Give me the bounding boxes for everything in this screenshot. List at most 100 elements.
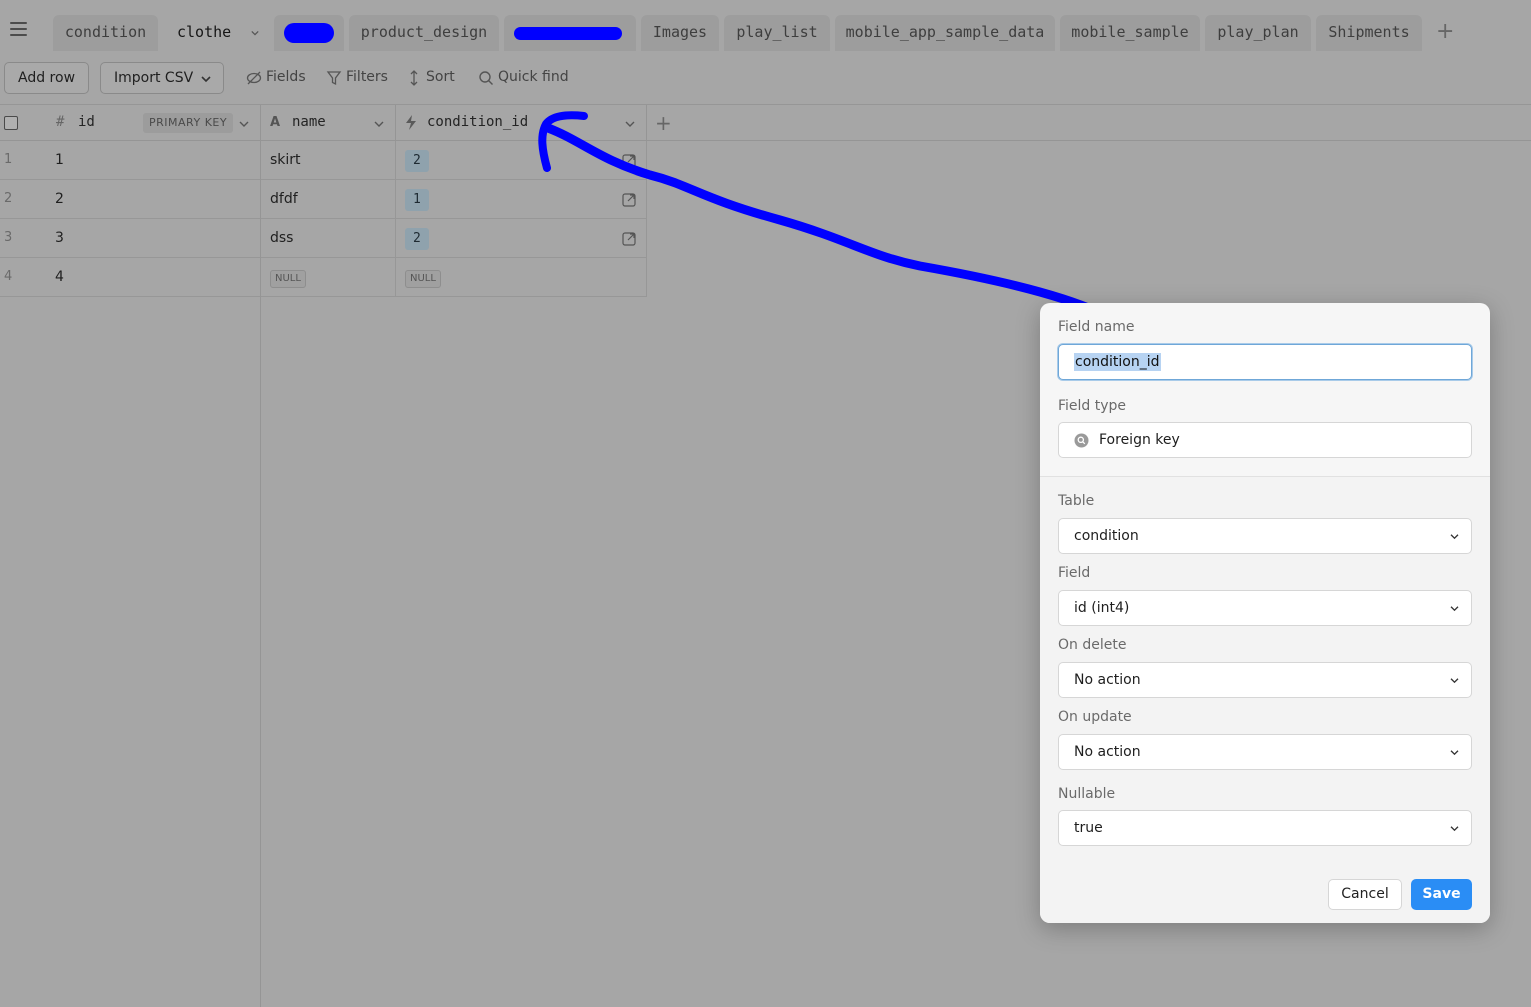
lightning-icon	[406, 115, 416, 130]
field-name-label: Field name	[1058, 319, 1135, 335]
redaction-scribble	[284, 23, 334, 43]
cell-id[interactable]: 2	[55, 180, 64, 219]
tab-play-plan[interactable]: play_plan	[1205, 15, 1311, 51]
column-label: name	[292, 114, 326, 130]
cell-name[interactable]: dss	[270, 219, 293, 258]
tab-label: play_list	[736, 23, 818, 41]
open-link-icon[interactable]	[622, 232, 636, 246]
add-column-button[interactable]: +	[655, 111, 672, 135]
open-link-icon[interactable]	[622, 193, 636, 207]
table-row[interactable]: 3 3 dss 2	[0, 219, 647, 258]
toolbar: Add row Import CSV Fields Filters Sort Q…	[0, 53, 1531, 105]
column-header-name[interactable]: A name	[261, 105, 396, 141]
column-divider	[395, 141, 396, 297]
chevron-down-icon[interactable]	[251, 29, 259, 37]
on-update-label: On update	[1058, 709, 1132, 725]
column-label: condition_id	[427, 114, 529, 130]
eye-off-icon	[246, 71, 262, 85]
row-number: 2	[4, 191, 13, 206]
field-type-label: Field type	[1058, 398, 1127, 414]
on-delete-select[interactable]: No action	[1058, 662, 1472, 698]
null-badge: NULL	[405, 270, 441, 288]
redaction-scribble	[514, 27, 622, 40]
cell-name[interactable]: skirt	[270, 141, 301, 180]
import-csv-button[interactable]: Import CSV	[100, 62, 225, 94]
select-all-checkbox[interactable]	[4, 116, 18, 130]
sort-icon	[410, 70, 418, 86]
cell-id[interactable]: 3	[55, 219, 64, 258]
chevron-down-icon[interactable]	[374, 120, 384, 128]
cell-id[interactable]: 1	[55, 141, 64, 180]
sort-button[interactable]: Sort	[406, 69, 455, 86]
save-button[interactable]: Save	[1411, 879, 1472, 910]
tab-bar: condition clothe product_design Images p…	[0, 0, 1531, 53]
cell-name[interactable]: dfdf	[270, 180, 298, 219]
tab-images[interactable]: Images	[641, 15, 719, 51]
chevron-down-icon[interactable]	[625, 120, 635, 128]
table-row[interactable]: 1 1 skirt 2	[0, 141, 647, 180]
filter-icon	[326, 71, 342, 86]
chevron-down-icon	[201, 76, 211, 83]
chevron-down-icon	[1450, 826, 1459, 832]
field-type-select[interactable]: Foreign key	[1058, 422, 1472, 458]
search-icon	[1074, 433, 1089, 448]
tab-play-list[interactable]: play_list	[724, 15, 830, 51]
nullable-select[interactable]: true	[1058, 810, 1472, 846]
tab-label: Shipments	[1328, 23, 1410, 41]
tab-label: mobile_app_sample_data	[845, 23, 1045, 41]
cancel-button[interactable]: Cancel	[1328, 879, 1402, 910]
cell-condition-id[interactable]: 2	[405, 141, 429, 180]
tab-product-design[interactable]: product_design	[349, 15, 499, 51]
tab-redacted-1[interactable]	[274, 15, 344, 51]
frozen-column-divider	[260, 141, 261, 1007]
on-update-select[interactable]: No action	[1058, 734, 1472, 770]
field-select[interactable]: id (int4)	[1058, 590, 1472, 626]
field-label: Field	[1058, 565, 1091, 581]
tab-condition[interactable]: condition	[53, 15, 158, 51]
edit-field-dialog: Field name condition_id Field type Forei…	[1040, 303, 1490, 923]
tab-shipments[interactable]: Shipments	[1316, 15, 1422, 51]
open-link-icon[interactable]	[622, 154, 636, 168]
fields-button[interactable]: Fields	[246, 69, 306, 85]
cell-condition-id[interactable]: 2	[405, 219, 429, 258]
row-number: 3	[4, 230, 13, 245]
column-divider	[646, 141, 647, 297]
add-row-button[interactable]: Add row	[4, 62, 90, 94]
on-delete-label: On delete	[1058, 637, 1127, 653]
column-header-id[interactable]: # id PRIMARY KEY	[0, 105, 261, 141]
column-label: id	[78, 114, 95, 130]
fk-badge: 1	[405, 189, 429, 211]
cell-condition-id[interactable]: 1	[405, 180, 429, 219]
filters-button[interactable]: Filters	[326, 69, 388, 86]
field-name-input[interactable]: condition_id	[1058, 344, 1472, 380]
cell-condition-id[interactable]: NULL	[405, 258, 441, 297]
cell-name[interactable]: NULL	[270, 258, 306, 297]
chevron-down-icon	[1450, 606, 1459, 612]
fk-badge: 2	[405, 228, 429, 250]
header-rule	[647, 140, 1531, 141]
tab-redacted-2[interactable]	[504, 15, 636, 51]
tab-mobile-app-sample-data[interactable]: mobile_app_sample_data	[835, 15, 1055, 51]
chevron-down-icon	[1450, 750, 1459, 756]
table-label: Table	[1058, 493, 1095, 509]
tab-label: condition	[64, 23, 147, 41]
chevron-down-icon[interactable]	[239, 120, 249, 128]
quick-find-button[interactable]: Quick find	[478, 69, 569, 85]
nullable-label: Nullable	[1058, 786, 1116, 802]
tab-clothe[interactable]: clothe	[163, 15, 269, 51]
menu-icon[interactable]	[10, 22, 28, 38]
row-number: 4	[4, 269, 13, 284]
column-header-condition-id[interactable]: condition_id	[396, 105, 647, 141]
text-type-icon: A	[270, 115, 281, 130]
chevron-down-icon	[1450, 678, 1459, 684]
add-tab-button[interactable]: +	[1436, 21, 1454, 43]
tab-mobile-sample[interactable]: mobile_sample	[1060, 15, 1200, 51]
table-select[interactable]: condition	[1058, 518, 1472, 554]
fk-badge: 2	[405, 150, 429, 172]
field-name-value: condition_id	[1074, 353, 1161, 371]
table-row[interactable]: 4 4 NULL NULL	[0, 258, 647, 297]
chevron-down-icon	[1450, 534, 1459, 540]
cell-id[interactable]: 4	[55, 258, 64, 297]
table-row[interactable]: 2 2 dfdf 1	[0, 180, 647, 219]
tab-label: product_design	[360, 23, 488, 41]
